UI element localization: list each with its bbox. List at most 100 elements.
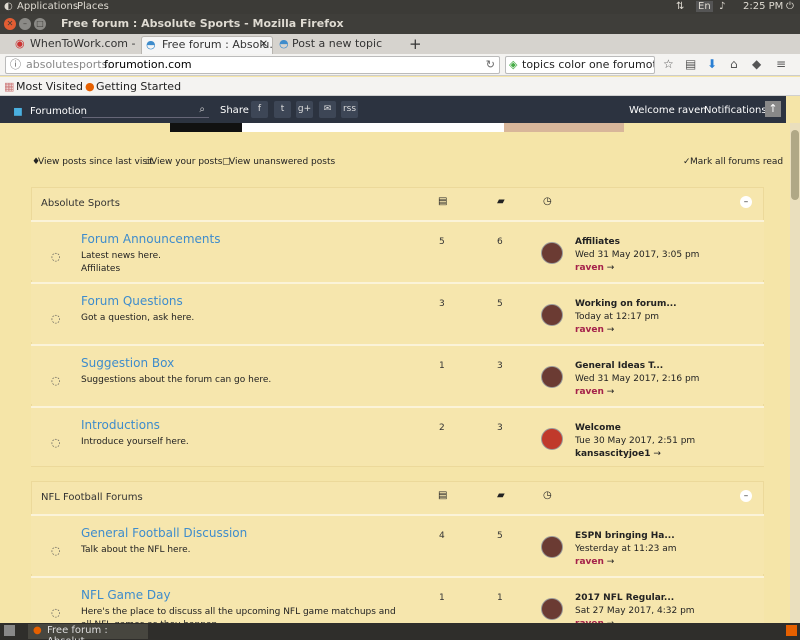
category-title[interactable]: Absolute Sports xyxy=(41,198,120,209)
forum-title-link[interactable]: Forum Announcements xyxy=(81,232,220,246)
home-icon[interactable]: ⌂ xyxy=(730,57,738,71)
firefox-icon: ● xyxy=(85,80,95,93)
facebook-share-icon[interactable]: f xyxy=(251,101,268,118)
last-post-user[interactable]: kansascityjoe1 xyxy=(575,449,650,459)
twitter-share-icon[interactable]: t xyxy=(274,101,291,118)
last-post: Welcome Tue 30 May 2017, 2:51 pm kansasc… xyxy=(575,422,695,461)
avatar[interactable] xyxy=(541,366,563,388)
view-posts-since-last-visit-link[interactable]: View posts since last visit xyxy=(38,157,153,167)
clock[interactable]: 2:25 PM xyxy=(743,1,783,12)
forum-description: Here's the place to discuss all the upco… xyxy=(81,607,396,623)
category-header: Absolute Sports ▤ ▰ ◷ – xyxy=(31,187,764,220)
most-visited-icon: ▦ xyxy=(4,80,15,93)
tab-label: Post a new topic xyxy=(292,37,383,50)
rss-share-icon[interactable]: rss xyxy=(341,101,358,118)
downloads-icon[interactable]: ⬇ xyxy=(707,57,717,71)
forumotion-brand[interactable]: Forumotion xyxy=(30,106,87,117)
applications-menu[interactable]: Applications xyxy=(17,1,78,12)
info-icon[interactable]: ⓘ xyxy=(10,57,21,73)
tab-close-icon[interactable]: ✕ xyxy=(260,37,268,53)
avatar[interactable] xyxy=(541,428,563,450)
taskbar-firefox-item[interactable]: ● Free forum : Absolut... xyxy=(28,624,148,640)
url-bar[interactable]: ⓘ absolutesports. forumotion.com ↻ xyxy=(5,56,500,74)
last-post-title[interactable]: General Ideas T... xyxy=(575,361,663,371)
last-post-user[interactable]: raven xyxy=(575,263,604,273)
forum-title-link[interactable]: Introductions xyxy=(81,418,160,432)
view-your-posts-link[interactable]: View your posts xyxy=(151,157,222,167)
search-icon[interactable]: ⌕ xyxy=(199,104,205,115)
avatar[interactable] xyxy=(541,242,563,264)
subforum-link[interactable]: Affiliates xyxy=(81,263,401,276)
tab-free-forum[interactable]: ◓ Free forum : Absolu... ✕ xyxy=(141,36,273,54)
volume-icon[interactable]: ♪ xyxy=(719,1,725,12)
last-post-user[interactable]: raven xyxy=(575,387,604,397)
last-post-column-icon: ◷ xyxy=(543,490,552,501)
last-post-title[interactable]: 2017 NFL Regular... xyxy=(575,593,674,603)
forum-status-icon: ◌ xyxy=(51,544,61,557)
minimize-icon[interactable]: – xyxy=(19,18,31,30)
last-post-title[interactable]: ESPN bringing Ha... xyxy=(575,531,675,541)
arrow-icon[interactable]: → xyxy=(604,263,615,273)
email-share-icon[interactable]: ✉ xyxy=(319,101,336,118)
avatar[interactable] xyxy=(541,304,563,326)
arrow-icon[interactable]: → xyxy=(604,387,615,397)
last-post-user[interactable]: raven xyxy=(575,325,604,335)
language-indicator[interactable]: En xyxy=(696,1,713,12)
bookmark-star-icon[interactable]: ☆ xyxy=(663,57,674,71)
pocket-icon[interactable]: ◆ xyxy=(752,57,761,71)
scrollbar-thumb[interactable] xyxy=(791,130,799,200)
category-title[interactable]: NFL Football Forums xyxy=(41,492,143,503)
bookmark-getting-started[interactable]: Getting Started xyxy=(96,80,181,93)
forum-title-link[interactable]: Suggestion Box xyxy=(81,356,174,370)
forum-title-link[interactable]: General Football Discussion xyxy=(81,526,247,540)
forum-row: ◌ Suggestion Box Suggestions about the f… xyxy=(31,344,764,404)
posts-count: 3 xyxy=(497,423,503,433)
collapse-icon[interactable]: – xyxy=(740,196,752,208)
places-menu[interactable]: Places xyxy=(77,1,109,12)
avatar[interactable] xyxy=(541,598,563,620)
forum-status-icon: ◌ xyxy=(51,250,61,263)
new-tab-icon[interactable]: + xyxy=(409,35,422,53)
reload-icon[interactable]: ↻ xyxy=(486,57,495,73)
forum-title-link[interactable]: Forum Questions xyxy=(81,294,183,308)
posts-count: 1 xyxy=(497,593,503,603)
scroll-top-icon[interactable]: ↑ xyxy=(765,101,781,117)
arrow-icon[interactable]: → xyxy=(604,325,615,335)
avatar[interactable] xyxy=(541,536,563,558)
last-post-user[interactable]: raven xyxy=(575,557,604,567)
last-post-title[interactable]: Working on forum... xyxy=(575,299,677,309)
forum-title-link[interactable]: NFL Game Day xyxy=(81,588,171,602)
menu-icon[interactable]: ≡ xyxy=(776,57,786,71)
forum-favicon-icon: ◓ xyxy=(279,37,289,50)
mark-all-forums-read-link[interactable]: Mark all forums read xyxy=(690,157,783,167)
arrow-icon[interactable]: → xyxy=(650,449,661,459)
welcome-user[interactable]: Welcome raven xyxy=(629,105,707,116)
google-plus-share-icon[interactable]: g+ xyxy=(296,101,313,118)
reading-list-icon[interactable]: ▤ xyxy=(685,57,696,71)
forum-status-icon: ◌ xyxy=(51,374,61,387)
view-unanswered-posts-link[interactable]: View unanswered posts xyxy=(229,157,335,167)
show-desktop-icon[interactable] xyxy=(4,625,15,636)
banner-image-photo xyxy=(504,123,624,132)
tab-whentowork[interactable]: ◉ WhenToWork.com -... xyxy=(10,36,135,54)
notifications-link[interactable]: Notifications xyxy=(704,105,767,116)
network-icon[interactable]: ⇅ xyxy=(676,1,684,12)
collapse-icon[interactable]: – xyxy=(740,490,752,502)
posts-column-icon: ▰ xyxy=(497,490,505,501)
last-post-title[interactable]: Affiliates xyxy=(575,237,620,247)
workspace-icon[interactable] xyxy=(786,625,797,636)
url-domain: forumotion.com xyxy=(104,58,192,71)
last-post-date: Tue 30 May 2017, 2:51 pm xyxy=(575,436,696,446)
close-icon[interactable]: ✕ xyxy=(4,18,16,30)
last-post-title[interactable]: Welcome xyxy=(575,423,621,433)
arrow-icon[interactable]: → xyxy=(604,557,615,567)
forumotion-logo-icon[interactable]: ◼ xyxy=(13,104,23,118)
bookmark-most-visited[interactable]: Most Visited xyxy=(16,80,83,93)
power-icon[interactable]: ⏻ xyxy=(786,1,794,12)
system-top-bar: ◐ Applications Places ⇅ En ♪ 2:25 PM ⏻ xyxy=(0,0,800,14)
tab-post-new-topic[interactable]: ◓ Post a new topic xyxy=(278,36,403,54)
search-box[interactable]: ◈ topics color one forumotion xyxy=(505,56,655,74)
maximize-icon[interactable]: □ xyxy=(34,18,46,30)
forum-search-input[interactable]: ⌕ xyxy=(82,102,209,118)
posts-count: 3 xyxy=(497,361,503,371)
